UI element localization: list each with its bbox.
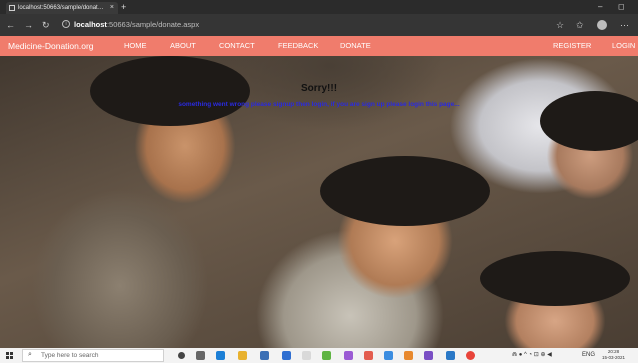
windows-start-icon[interactable] bbox=[6, 352, 13, 359]
nav-contact[interactable]: CONTACT bbox=[219, 36, 255, 56]
error-title: Sorry!!! bbox=[300, 83, 338, 94]
child-hair bbox=[320, 156, 490, 226]
url-field[interactable]: localhost:50663/sample/donate.aspx bbox=[74, 18, 199, 32]
child-hair bbox=[540, 91, 638, 151]
search-placeholder: Type here to search bbox=[41, 352, 99, 359]
browser-titlebar: localhost:50663/sample/donat… × + – ◻ bbox=[0, 0, 638, 14]
app-icon[interactable] bbox=[282, 351, 291, 360]
app-icon[interactable] bbox=[384, 351, 393, 360]
cortana-icon[interactable] bbox=[178, 352, 185, 359]
chrome-icon[interactable] bbox=[466, 351, 475, 360]
app-icon[interactable] bbox=[364, 351, 373, 360]
browser-tab[interactable]: localhost:50663/sample/donat… × bbox=[6, 2, 118, 14]
url-path: :50663/sample/donate.aspx bbox=[106, 20, 200, 29]
nav-donate[interactable]: DONATE bbox=[340, 36, 371, 56]
tray-icons[interactable]: ⋒ ● ^ ◔ ⊡ ⊕ ◀ bbox=[512, 350, 552, 361]
tab-title: localhost:50663/sample/donat… bbox=[18, 5, 104, 11]
minimize-button[interactable]: – bbox=[598, 0, 602, 14]
star-icon[interactable]: ☆ bbox=[556, 19, 564, 31]
profile-avatar[interactable] bbox=[597, 20, 607, 30]
address-bar: ← → ↻ i localhost:50663/sample/donate.as… bbox=[0, 14, 638, 36]
more-menu-icon[interactable]: ⋯ bbox=[620, 19, 629, 31]
taskbar-search[interactable]: ⌕ Type here to search bbox=[22, 349, 164, 362]
app-icon[interactable] bbox=[404, 351, 413, 360]
app-icon[interactable] bbox=[446, 351, 455, 360]
error-message: something went wrong please signup then … bbox=[178, 101, 460, 108]
back-icon[interactable]: ← bbox=[6, 18, 15, 32]
search-icon: ⌕ bbox=[28, 351, 32, 358]
nav-home[interactable]: HOME bbox=[124, 36, 147, 56]
nav-feedback[interactable]: FEEDBACK bbox=[278, 36, 318, 56]
clock-date: 15-03-2021 bbox=[602, 355, 626, 360]
web-page: Medicine-Donation.org HOME ABOUT CONTACT… bbox=[0, 36, 638, 348]
app-icon[interactable] bbox=[302, 351, 311, 360]
info-icon[interactable]: i bbox=[62, 20, 70, 28]
nav-register[interactable]: REGISTER bbox=[553, 36, 591, 56]
edge-icon[interactable] bbox=[216, 351, 225, 360]
url-host: localhost bbox=[74, 20, 107, 29]
page-icon bbox=[9, 5, 15, 11]
nav-login[interactable]: LOGIN bbox=[612, 36, 635, 56]
reload-icon[interactable]: ↻ bbox=[42, 18, 50, 32]
child-hair bbox=[480, 251, 630, 306]
language-indicator[interactable]: ENG bbox=[582, 350, 595, 361]
site-navbar: Medicine-Donation.org HOME ABOUT CONTACT… bbox=[0, 36, 638, 56]
visual-studio-icon[interactable] bbox=[424, 351, 433, 360]
windows-taskbar: ⌕ Type here to search ⋒ ● ^ ◔ ⊡ ⊕ ◀ ENG … bbox=[0, 348, 638, 363]
taskbar-clock[interactable]: 20:28 15-03-2021 bbox=[602, 349, 625, 361]
task-view-icon[interactable] bbox=[196, 351, 205, 360]
forward-icon[interactable]: → bbox=[24, 18, 33, 32]
new-tab-button[interactable]: + bbox=[121, 1, 126, 13]
app-icon[interactable] bbox=[344, 351, 353, 360]
close-tab-icon[interactable]: × bbox=[110, 2, 114, 14]
app-icon[interactable] bbox=[322, 351, 331, 360]
nav-about[interactable]: ABOUT bbox=[170, 36, 196, 56]
store-icon[interactable] bbox=[260, 351, 269, 360]
maximize-button[interactable]: ◻ bbox=[618, 0, 625, 14]
favorites-icon[interactable]: ✩ bbox=[576, 19, 584, 31]
site-brand[interactable]: Medicine-Donation.org bbox=[8, 36, 94, 56]
file-explorer-icon[interactable] bbox=[238, 351, 247, 360]
